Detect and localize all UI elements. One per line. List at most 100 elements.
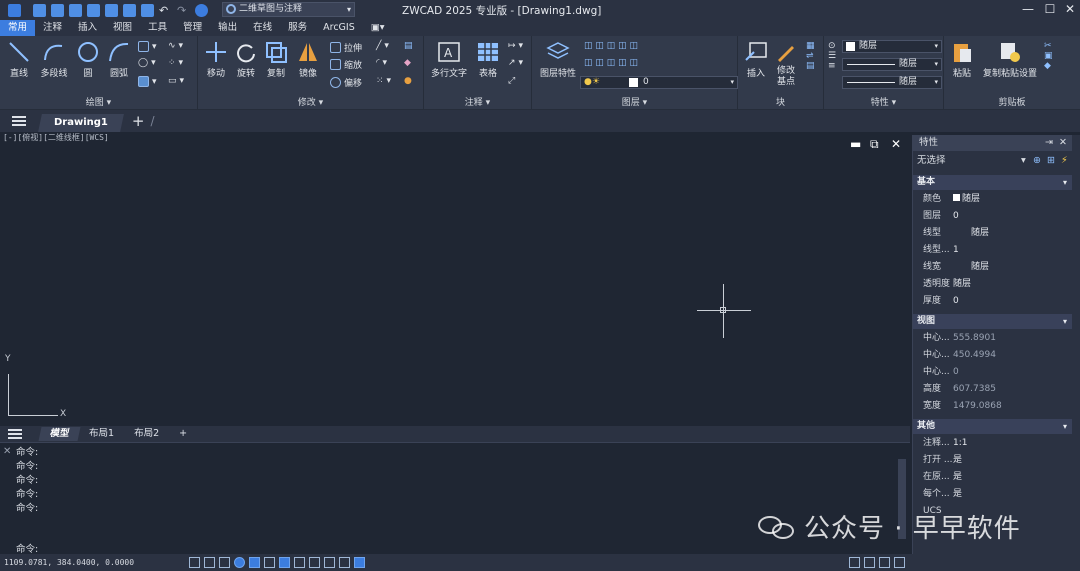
paste-button[interactable]: 粘贴 bbox=[948, 40, 976, 79]
prop-row[interactable]: 打开 ... 是 bbox=[913, 452, 1073, 469]
tab-service[interactable]: 服务 bbox=[280, 20, 315, 36]
layer-select[interactable]: ●☀ 0 ▾ bbox=[580, 76, 738, 89]
save-icon[interactable] bbox=[69, 3, 82, 17]
restore-button[interactable]: ☐ bbox=[1042, 1, 1058, 17]
dyn-ucs-icon[interactable] bbox=[279, 557, 290, 568]
panel-modify-label[interactable]: 修改 ▾ bbox=[198, 95, 423, 108]
hatch-tool[interactable]: ▾ bbox=[138, 76, 157, 87]
otrack-icon[interactable] bbox=[264, 557, 275, 568]
command-input[interactable]: 命令: bbox=[16, 541, 38, 555]
dimension-tool[interactable]: ↦ ▾ bbox=[508, 41, 523, 51]
menu-icon[interactable] bbox=[12, 114, 26, 128]
dyn-input-icon[interactable] bbox=[294, 557, 305, 568]
point-tool[interactable]: ⁘ ▾ bbox=[168, 58, 183, 68]
prop-row[interactable]: 注释... 1:1 bbox=[913, 435, 1073, 452]
tab-insert[interactable]: 插入 bbox=[70, 20, 105, 36]
line-button[interactable]: 直线 bbox=[4, 40, 34, 79]
stretch-button[interactable]: 拉伸 bbox=[330, 41, 362, 54]
prop-row[interactable]: 高度 607.7385 bbox=[913, 381, 1073, 398]
pickadd-icon[interactable]: ⚡ bbox=[1061, 153, 1068, 169]
tab-online[interactable]: 在线 bbox=[245, 20, 280, 36]
selection-cycling-icon[interactable] bbox=[339, 557, 350, 568]
model-space-icon[interactable] bbox=[849, 557, 860, 568]
plot-icon[interactable] bbox=[141, 3, 154, 17]
prop-row[interactable]: 线型 随层 bbox=[913, 225, 1073, 242]
explode-tool[interactable]: ● bbox=[404, 76, 412, 86]
annotation-scale-icon[interactable] bbox=[864, 557, 875, 568]
workspace-select[interactable]: 二维草图与注释 ▾ bbox=[222, 2, 355, 17]
mirror-button[interactable]: 镜像 bbox=[294, 40, 322, 79]
print-preview-icon[interactable] bbox=[105, 3, 118, 17]
circle-button[interactable]: 圆 bbox=[74, 40, 102, 79]
eraser-tool[interactable]: ◆ bbox=[404, 58, 411, 68]
new-file-icon[interactable] bbox=[33, 3, 46, 17]
select-objects-icon[interactable]: ⊞ bbox=[1047, 153, 1055, 169]
minimize-button[interactable]: — bbox=[1020, 1, 1036, 17]
close-button[interactable]: ✕ bbox=[1062, 1, 1078, 17]
osnap-icon[interactable] bbox=[249, 557, 260, 568]
match-props-tool[interactable]: ⊙ ☰ ≡ bbox=[828, 41, 836, 71]
ortho-icon[interactable] bbox=[219, 557, 230, 568]
clipboard-tools[interactable]: ✂ ▣ ◆ bbox=[1044, 41, 1053, 71]
customize-icon[interactable] bbox=[894, 557, 905, 568]
tab-arcgis[interactable]: ArcGIS bbox=[315, 20, 363, 36]
close-icon[interactable]: ✕ bbox=[1059, 135, 1067, 151]
prop-row[interactable]: 图层 0 bbox=[913, 208, 1073, 225]
layer-tools-row2[interactable]: ◫ ◫ ◫ ◫ ◫ bbox=[584, 58, 638, 68]
prop-row[interactable]: 中心... 555.8901 bbox=[913, 330, 1073, 347]
fillet-tool[interactable]: ◜ ▾ bbox=[376, 58, 387, 68]
workspace-switch-icon[interactable] bbox=[879, 557, 890, 568]
linetype-select[interactable]: 随层 ▾ bbox=[842, 58, 942, 71]
erase-tool[interactable]: ▤ bbox=[404, 41, 413, 51]
quick-select-icon[interactable]: ⊕ bbox=[1033, 153, 1041, 169]
prop-row[interactable]: 中心... 450.4994 bbox=[913, 347, 1073, 364]
edit-base-button[interactable]: 修改基点 bbox=[772, 40, 800, 88]
palette-title-bar[interactable]: 特性 ⇥ ✕ bbox=[913, 135, 1073, 151]
tab-drawing1[interactable]: Drawing1 bbox=[38, 114, 124, 132]
layout-menu-icon[interactable] bbox=[8, 427, 22, 441]
copy-button[interactable]: 复制 bbox=[262, 40, 290, 79]
redo-icon[interactable]: ↷ bbox=[177, 4, 190, 17]
rectangle-tool[interactable]: ▾ bbox=[138, 41, 157, 52]
array-tool[interactable]: ⁙ ▾ bbox=[376, 76, 391, 86]
prop-row[interactable]: 每个... 是 bbox=[913, 486, 1073, 503]
section-basic[interactable]: 基本 ▾ bbox=[913, 175, 1073, 190]
selection-dropdown[interactable]: 无选择 ▾ ⊕ ⊞ ⚡ bbox=[913, 153, 1073, 169]
prop-row[interactable]: 线型... 1 bbox=[913, 242, 1073, 259]
viewport-minimize-icon[interactable]: ▬ bbox=[850, 137, 861, 151]
color-select[interactable]: 随层 ▾ bbox=[842, 40, 942, 53]
lineweight-select[interactable]: 随层 ▾ bbox=[842, 76, 942, 89]
region-tool[interactable]: ▭ ▾ bbox=[168, 76, 184, 86]
help-icon[interactable] bbox=[195, 3, 208, 17]
panel-properties-label[interactable]: 特性 ▾ bbox=[824, 95, 943, 108]
viewport-close-icon[interactable]: ✕ bbox=[891, 137, 901, 151]
tab-layout2[interactable]: 布局2 bbox=[124, 427, 169, 441]
mtext-button[interactable]: A 多行文字 bbox=[428, 40, 470, 79]
panel-block-label[interactable]: 块 bbox=[738, 95, 823, 108]
prop-row[interactable]: 线宽 随层 bbox=[913, 259, 1073, 276]
trim-tool[interactable]: ╱ ▾ bbox=[376, 41, 389, 51]
close-icon[interactable]: ✕ bbox=[3, 446, 11, 457]
section-view[interactable]: 视图 ▾ bbox=[913, 314, 1073, 329]
prop-row[interactable]: 颜色 随层 bbox=[913, 191, 1073, 208]
tab-tools[interactable]: 工具 bbox=[140, 20, 175, 36]
open-file-icon[interactable] bbox=[51, 3, 64, 17]
scale-button[interactable]: 缩放 bbox=[330, 58, 362, 71]
prop-row[interactable]: 厚度 0 bbox=[913, 293, 1073, 310]
add-layout-icon[interactable]: + bbox=[169, 427, 197, 441]
section-misc[interactable]: 其他 ▾ bbox=[913, 419, 1073, 434]
tab-output[interactable]: 输出 bbox=[210, 20, 245, 36]
drawing-canvas[interactable]: [-][俯视][二维线框][WCS] ▬ ⧉ ✕ Y X bbox=[0, 132, 910, 426]
table-button[interactable]: 表格 bbox=[474, 40, 502, 79]
rotate-button[interactable]: 旋转 bbox=[232, 40, 260, 79]
snap-icon[interactable] bbox=[204, 557, 215, 568]
tab-manage[interactable]: 管理 bbox=[175, 20, 210, 36]
transparency-icon[interactable] bbox=[324, 557, 335, 568]
tab-model[interactable]: 模型 bbox=[38, 427, 81, 441]
panel-draw-label[interactable]: 绘图 ▾ bbox=[0, 95, 197, 108]
grid-icon[interactable] bbox=[189, 557, 200, 568]
new-tab-icon[interactable]: + bbox=[132, 112, 145, 130]
viewport-restore-icon[interactable]: ⧉ bbox=[870, 137, 879, 152]
copy-paste-settings-button[interactable]: 复制粘贴设置 bbox=[980, 40, 1040, 79]
layer-properties-button[interactable]: 图层特性 bbox=[536, 40, 580, 79]
